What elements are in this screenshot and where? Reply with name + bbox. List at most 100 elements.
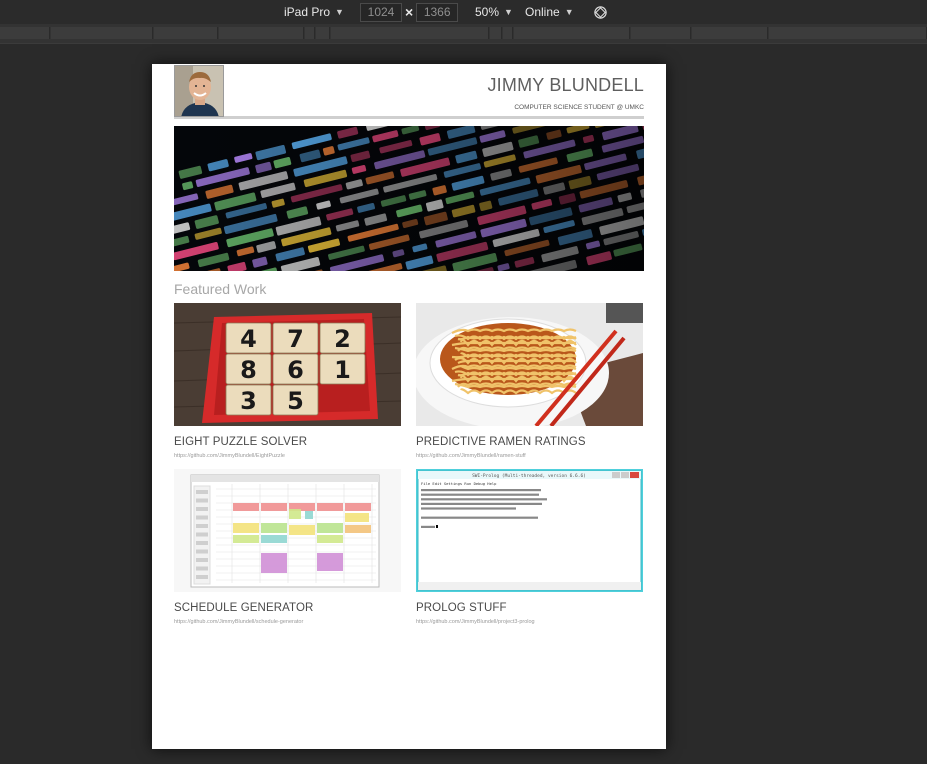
project-link[interactable]: https://github.com/JimmyBlundell/ramen-s… xyxy=(416,453,643,459)
schedule-block xyxy=(233,503,259,511)
network-select[interactable]: Online ▼ xyxy=(525,0,574,24)
media-query-segment[interactable] xyxy=(490,27,502,39)
hero-code-image xyxy=(174,126,644,271)
media-query-segment[interactable] xyxy=(692,27,768,39)
sidebar-entry xyxy=(196,515,208,520)
puzzle-tile-number: 4 xyxy=(240,325,257,353)
sidebar-entry xyxy=(196,498,208,503)
puzzle-tile-number: 1 xyxy=(334,356,351,384)
puzzle-tile: 2 xyxy=(319,322,366,354)
sidebar-entry xyxy=(196,566,208,571)
project-card[interactable]: SCHEDULE GENERATOR https://github.com/Ji… xyxy=(174,469,401,625)
device-select[interactable]: iPad Pro ▼ xyxy=(284,0,344,24)
media-query-bar[interactable] xyxy=(0,24,927,44)
project-card[interactable]: SWI-Prolog (Multi-threaded, version 6.6.… xyxy=(416,469,643,625)
media-query-segment[interactable] xyxy=(331,27,489,39)
height-input[interactable]: 1366 xyxy=(416,2,459,22)
project-title[interactable]: EIGHT PUZZLE SOLVER xyxy=(174,436,401,448)
schedule-block xyxy=(305,511,313,519)
schedule-block xyxy=(233,523,259,533)
project-thumbnail[interactable] xyxy=(174,469,401,592)
sidebar-entry xyxy=(196,541,208,545)
project-thumbnail[interactable]: SWI-Prolog (Multi-threaded, version 6.6.… xyxy=(416,469,643,592)
puzzle-tile-number: 8 xyxy=(240,356,257,384)
project-card[interactable]: 4 7 2 8 6 1 3 5 EIGHT PUZZLE SOLVER https://git… xyxy=(174,303,401,459)
schedule-block xyxy=(317,523,343,533)
console-line xyxy=(421,525,435,528)
rotate-button[interactable] xyxy=(593,0,608,24)
prolog-menu: File Edit Settings Run Debug Help xyxy=(421,481,497,486)
puzzle-tile: 3 xyxy=(225,384,272,416)
avatar xyxy=(174,65,224,117)
site-header: JIMMY BLUNDELL COMPUTER SCIENCE STUDENT … xyxy=(174,64,644,119)
times-icon: × xyxy=(405,4,414,20)
media-query-segment[interactable] xyxy=(305,27,315,39)
media-query-segment[interactable] xyxy=(514,27,630,39)
project-link[interactable]: https://github.com/JimmyBlundell/EightPu… xyxy=(174,453,401,459)
media-query-segment[interactable] xyxy=(503,27,513,39)
media-query-segment[interactable] xyxy=(769,27,927,39)
sidebar-entry xyxy=(196,575,208,579)
network-value: Online xyxy=(525,5,560,19)
media-query-segment[interactable] xyxy=(631,27,691,39)
schedule-block xyxy=(233,535,259,543)
sidebar-entry xyxy=(196,532,208,537)
project-link[interactable]: https://github.com/JimmyBlundell/schedul… xyxy=(174,619,401,625)
sidebar-entry xyxy=(196,490,208,494)
chevron-down-icon: ▼ xyxy=(504,7,513,17)
zoom-select[interactable]: 50% ▼ xyxy=(475,0,513,24)
site-title[interactable]: JIMMY BLUNDELL xyxy=(487,75,644,96)
zoom-value: 50% xyxy=(475,5,500,19)
console-line xyxy=(421,516,538,519)
schedule-block xyxy=(289,509,301,519)
project-title[interactable]: PROLOG STUFF xyxy=(416,602,643,614)
media-query-segment[interactable] xyxy=(316,27,330,39)
puzzle-tile-number: 7 xyxy=(287,325,304,353)
media-query-segment[interactable] xyxy=(0,27,50,39)
project-thumbnail[interactable] xyxy=(416,303,643,426)
media-query-segment[interactable] xyxy=(219,27,304,39)
section-title: Featured Work xyxy=(174,281,267,297)
console-line xyxy=(421,498,547,501)
console-cursor xyxy=(436,525,438,528)
sidebar-entry xyxy=(196,558,208,562)
schedule-block xyxy=(317,503,343,511)
schedule-block xyxy=(317,553,343,571)
project-title[interactable]: SCHEDULE GENERATOR xyxy=(174,602,401,614)
console-line xyxy=(421,507,516,510)
puzzle-tile-number: 5 xyxy=(287,387,304,415)
sidebar-entry xyxy=(196,524,208,528)
width-input[interactable]: 1024 xyxy=(360,2,402,22)
project-thumbnail[interactable]: 4 7 2 8 6 1 3 5 xyxy=(174,303,401,426)
schedule-block xyxy=(345,525,371,533)
puzzle-tile: 6 xyxy=(272,353,319,385)
schedule-block xyxy=(261,523,287,533)
puzzle-tile: 8 xyxy=(225,353,272,385)
schedule-block xyxy=(261,535,287,543)
site-tagline: COMPUTER SCIENCE STUDENT @ UMKC xyxy=(514,104,644,111)
schedule-block xyxy=(317,535,343,543)
project-link[interactable]: https://github.com/JimmyBlundell/project… xyxy=(416,619,643,625)
puzzle-tile-number: 6 xyxy=(287,356,304,384)
schedule-block xyxy=(261,503,287,511)
media-query-segment[interactable] xyxy=(154,27,218,39)
console-line xyxy=(421,489,541,492)
schedule-block xyxy=(345,513,369,522)
console-line xyxy=(421,502,542,505)
chevron-down-icon: ▼ xyxy=(564,7,574,17)
device-viewport[interactable]: JIMMY BLUNDELL COMPUTER SCIENCE STUDENT … xyxy=(152,64,666,749)
puzzle-tile: 5 xyxy=(272,384,319,416)
schedule-block xyxy=(345,503,371,511)
media-query-segment[interactable] xyxy=(51,27,153,39)
project-card[interactable]: PREDICTIVE RAMEN RATINGS https://github.… xyxy=(416,303,643,459)
puzzle-tile: 1 xyxy=(319,353,366,385)
device-name: iPad Pro xyxy=(284,5,331,19)
device-toolbar: iPad Pro ▼ 1024 × 1366 50% ▼ Online ▼ xyxy=(0,0,927,24)
sidebar-entry xyxy=(196,549,208,554)
puzzle-tile: 4 xyxy=(225,322,272,354)
console-line xyxy=(421,493,539,496)
chevron-down-icon: ▼ xyxy=(335,7,344,17)
project-title[interactable]: PREDICTIVE RAMEN RATINGS xyxy=(416,436,643,448)
puzzle-tile-number: 3 xyxy=(240,387,257,415)
schedule-block xyxy=(289,525,315,535)
